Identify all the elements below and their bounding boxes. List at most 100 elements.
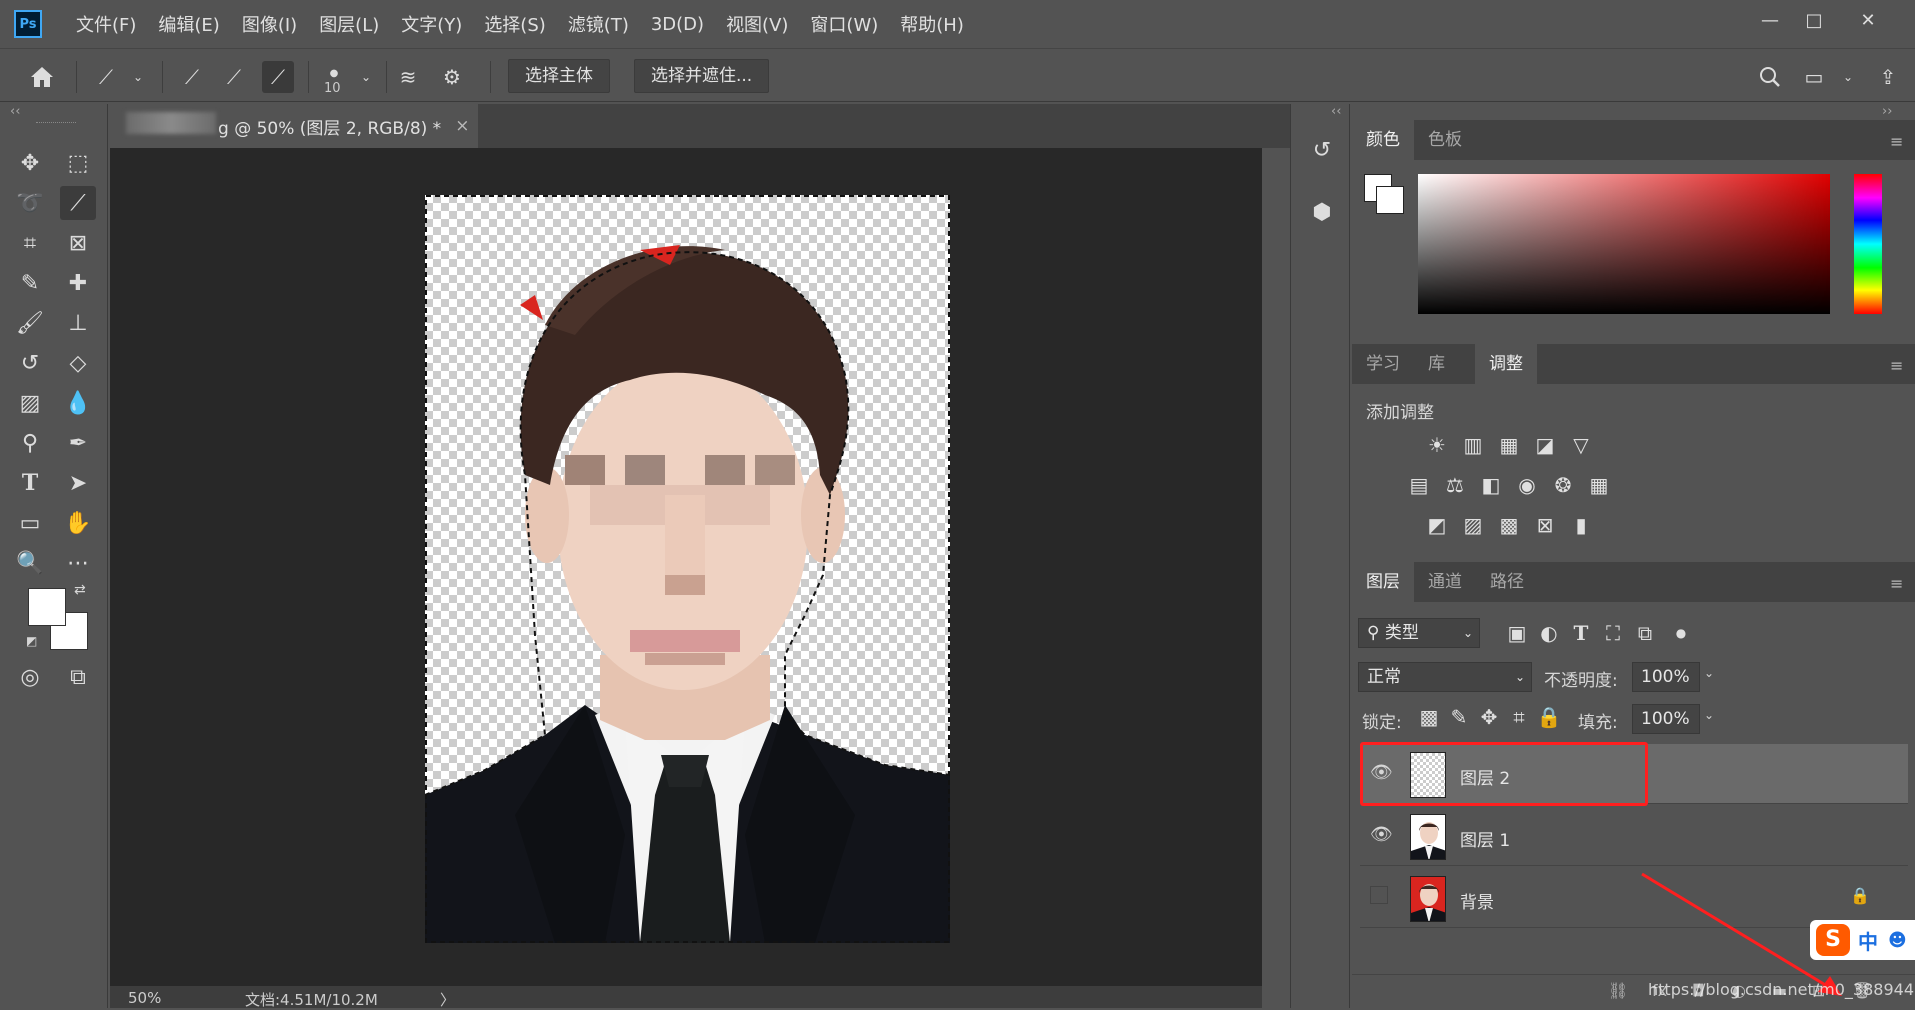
hue-slider[interactable]: [1854, 174, 1882, 314]
clone-stamp-icon[interactable]: ⊥: [60, 306, 96, 340]
blend-mode-select[interactable]: 正常 ⌄: [1358, 662, 1532, 692]
pen-tool-icon[interactable]: ✒: [60, 426, 96, 460]
history-panel-icon[interactable]: ↺: [1305, 138, 1339, 172]
chevron-down-icon[interactable]: ⌄: [122, 61, 154, 93]
filter-pixel-icon[interactable]: ▣: [1502, 618, 1532, 648]
subtract-selection-icon[interactable]: ⟋: [262, 61, 294, 93]
color-field[interactable]: [1418, 174, 1830, 314]
curves-icon[interactable]: ▦: [1494, 430, 1524, 460]
color-bg-swatch[interactable]: [1376, 186, 1404, 214]
auto-enhance-gear-icon[interactable]: ⚙: [436, 61, 468, 93]
menu-layer[interactable]: 图层(L): [319, 11, 379, 37]
menu-select[interactable]: 选择(S): [484, 11, 545, 37]
screen-mode-icon[interactable]: ⧉: [60, 660, 96, 694]
brush-size-dropdown-icon[interactable]: ⌄: [350, 61, 382, 93]
posterize-icon[interactable]: ▨: [1458, 510, 1488, 540]
dodge-tool-icon[interactable]: ⚲: [12, 426, 48, 460]
tab-paths[interactable]: 路径: [1476, 562, 1538, 602]
menu-help[interactable]: 帮助(H): [900, 11, 964, 37]
lock-position-icon[interactable]: ✥: [1474, 702, 1504, 732]
foreground-color-swatch-top[interactable]: [28, 588, 66, 626]
exposure-icon[interactable]: ◪: [1530, 430, 1560, 460]
lock-transparent-icon[interactable]: ▩: [1414, 702, 1444, 732]
status-menu-arrow[interactable]: 〉: [440, 989, 455, 1010]
lock-all-icon[interactable]: 🔒: [1534, 702, 1564, 732]
black-white-icon[interactable]: ◧: [1476, 470, 1506, 500]
document-tab[interactable]: g @ 50% (图层 2, RGB/8) * ×: [108, 104, 478, 148]
invert-icon[interactable]: ◩: [1422, 510, 1452, 540]
brush-tool-icon[interactable]: 🖌: [12, 306, 48, 340]
document-canvas[interactable]: [425, 195, 950, 943]
color-lookup-icon[interactable]: ▦: [1584, 470, 1614, 500]
photo-filter-icon[interactable]: ◉: [1512, 470, 1542, 500]
color-balance-icon[interactable]: ⚖: [1440, 470, 1470, 500]
blur-tool-icon[interactable]: 💧: [60, 386, 96, 420]
close-tab-icon[interactable]: ×: [455, 116, 469, 136]
workspace-dropdown-icon[interactable]: ⌄: [1832, 61, 1864, 93]
collapse-panels-button[interactable]: ››: [1882, 104, 1892, 119]
healing-brush-icon[interactable]: ✚: [60, 266, 96, 300]
hue-saturation-icon[interactable]: ▤: [1404, 470, 1434, 500]
zoom-level[interactable]: 50%: [128, 989, 161, 1007]
filter-smart-object-icon[interactable]: ⧉: [1630, 618, 1660, 648]
menu-window[interactable]: 窗口(W): [810, 11, 878, 37]
fill-dropdown-icon[interactable]: ⌄: [1704, 708, 1714, 722]
frame-tool-icon[interactable]: ⊠: [60, 226, 96, 260]
sample-all-layers-icon[interactable]: ≋: [392, 61, 424, 93]
path-selection-icon[interactable]: ➤: [60, 466, 96, 500]
menu-3d[interactable]: 3D(D): [651, 14, 704, 35]
select-subject-button[interactable]: 选择主体: [508, 59, 610, 93]
levels-icon[interactable]: ▥: [1458, 430, 1488, 460]
type-tool-icon[interactable]: T: [12, 466, 48, 500]
menu-view[interactable]: 视图(V): [726, 11, 788, 37]
link-layers-icon[interactable]: ⛓: [1608, 981, 1628, 1000]
workspace-icon[interactable]: ▭: [1798, 61, 1830, 93]
lock-pixels-icon[interactable]: ✎: [1444, 702, 1474, 732]
crop-tool-icon[interactable]: ⌗: [12, 226, 48, 260]
quick-mask-icon[interactable]: ◎: [12, 660, 48, 694]
more-tools-icon[interactable]: ⋯: [60, 546, 96, 580]
rectangle-tool-icon[interactable]: ▭: [12, 506, 48, 540]
tab-swatches[interactable]: 色板: [1414, 120, 1476, 160]
maximize-button[interactable]: □: [1792, 6, 1836, 36]
vibrance-icon[interactable]: ▽: [1566, 430, 1596, 460]
opacity-input[interactable]: 100%: [1632, 662, 1700, 692]
filter-adjustment-icon[interactable]: ◐: [1534, 618, 1564, 648]
new-selection-icon[interactable]: ⟋: [176, 61, 208, 93]
adjust-panel-menu-icon[interactable]: ≡: [1890, 356, 1903, 375]
collapse-toolbar-button[interactable]: ‹‹: [10, 104, 20, 119]
lasso-tool-icon[interactable]: ➰: [12, 186, 48, 220]
gradient-tool-icon[interactable]: ▨: [12, 386, 48, 420]
layer-filter-select[interactable]: ⚲ 类型 ⌄: [1358, 618, 1480, 648]
ime-badge[interactable]: S 中 ☻: [1810, 920, 1915, 960]
minimize-button[interactable]: —: [1748, 6, 1792, 36]
quick-selection-tool-icon[interactable]: ⟋: [60, 186, 96, 220]
history-brush-icon[interactable]: ↺: [12, 346, 48, 380]
hand-tool-icon[interactable]: ✋: [60, 506, 96, 540]
tab-library[interactable]: 库: [1414, 344, 1459, 384]
filter-toggle-icon[interactable]: ●: [1666, 618, 1696, 648]
lock-artboard-icon[interactable]: ⌗: [1504, 702, 1534, 732]
zoom-tool-icon[interactable]: 🔍: [12, 546, 48, 580]
tab-color[interactable]: 颜色: [1352, 120, 1414, 160]
eyedropper-tool-icon[interactable]: ✎: [12, 266, 48, 300]
brightness-icon[interactable]: ☀: [1422, 430, 1452, 460]
menu-type[interactable]: 文字(Y): [401, 11, 462, 37]
collapse-dock-button[interactable]: ‹‹: [1331, 104, 1341, 119]
tab-layers[interactable]: 图层: [1352, 562, 1414, 602]
home-icon[interactable]: [26, 61, 58, 93]
filter-shape-icon[interactable]: ⛶: [1598, 618, 1628, 648]
add-to-selection-icon[interactable]: ⟋: [218, 61, 250, 93]
eye-icon[interactable]: 👁: [1370, 824, 1393, 845]
default-colors-icon[interactable]: ◩: [26, 634, 37, 648]
3d-panel-icon[interactable]: ⬢: [1305, 200, 1339, 234]
menu-image[interactable]: 图像(I): [242, 11, 297, 37]
gradient-map-icon[interactable]: ▮: [1566, 510, 1596, 540]
selective-color-icon[interactable]: ⊠: [1530, 510, 1560, 540]
menu-filter[interactable]: 滤镜(T): [568, 11, 629, 37]
move-tool-icon[interactable]: ✥: [12, 146, 48, 180]
tab-channels[interactable]: 通道: [1414, 562, 1476, 602]
eraser-tool-icon[interactable]: ◇: [60, 346, 96, 380]
filter-type-icon[interactable]: T: [1566, 618, 1596, 648]
quick-selection-preset-icon[interactable]: ⟋: [90, 61, 122, 93]
